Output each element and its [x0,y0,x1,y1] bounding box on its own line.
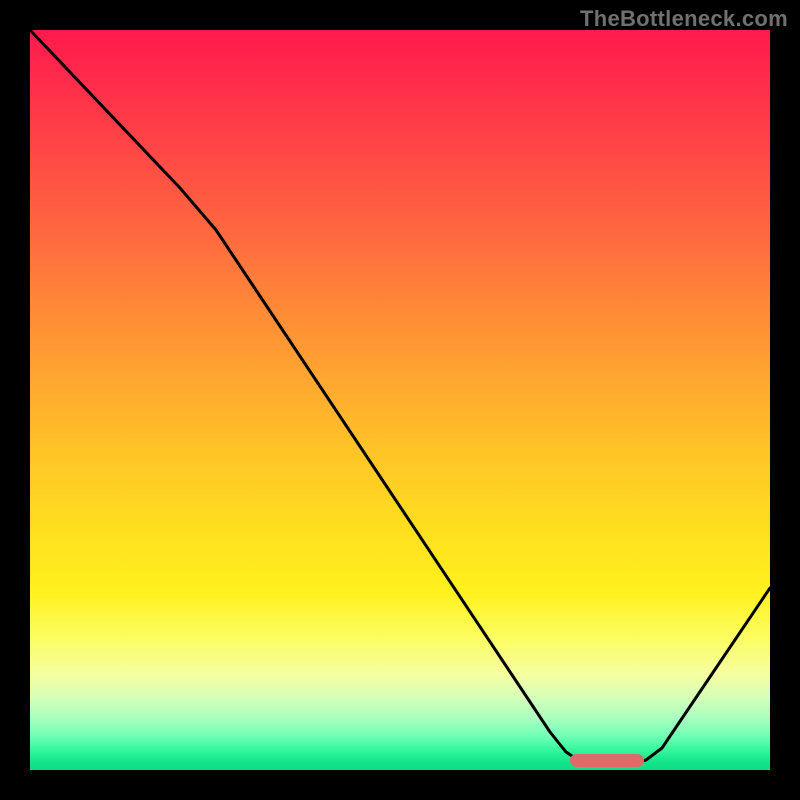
optimal-range-marker [570,754,644,767]
watermark-text: TheBottleneck.com [580,6,788,32]
plot-area [30,30,770,770]
bottleneck-curve [30,30,770,770]
chart-stage: TheBottleneck.com [0,0,800,800]
